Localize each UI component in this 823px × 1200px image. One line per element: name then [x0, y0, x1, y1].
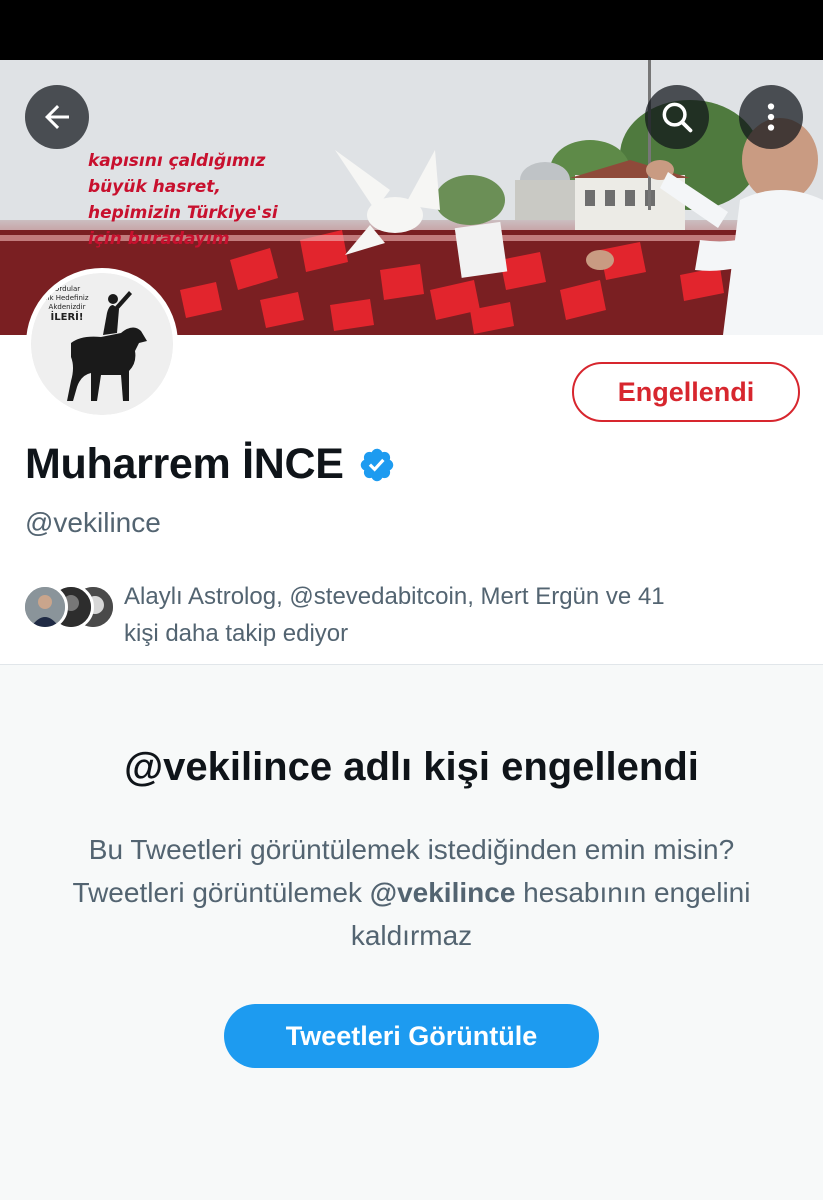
followers-line: Alaylı Astrolog, @stevedabitcoin, Mert E…	[124, 583, 665, 610]
back-button[interactable]	[25, 85, 89, 149]
profile-name-row: Muharrem İNCE	[25, 440, 396, 489]
banner-slogan-line: hepimizin Türkiye'si	[88, 203, 278, 223]
verified-badge-icon[interactable]	[358, 446, 396, 484]
avatar-caption-line: İLERİ!	[50, 312, 84, 323]
search-button[interactable]	[645, 85, 709, 149]
avatar-caption-line: Ordular	[53, 285, 81, 293]
avatar-caption-line: İlk Hedefiniz	[45, 294, 89, 302]
profile-handle: @vekilince	[25, 507, 161, 538]
profile-name: Muharrem İNCE	[25, 440, 344, 488]
follower-avatar	[22, 584, 68, 630]
avatar-caption-line: Akdenizdir	[48, 303, 86, 311]
banner-slogan: kapısını çaldığımız büyük hasret, hepimi…	[88, 148, 328, 252]
avatar-caption: Ordular İlk Hedefiniz Akdenizdir İLERİ!	[39, 285, 95, 324]
banner-slogan-line: için buradayım	[88, 229, 230, 249]
followers-line: kişi daha takip ediyor	[124, 620, 349, 647]
avatar[interactable]: Ordular İlk Hedefiniz Akdenizdir İLERİ!	[26, 268, 178, 420]
follower-avatars	[22, 578, 118, 630]
search-icon	[662, 102, 693, 133]
more-options-button[interactable]	[739, 85, 803, 149]
followers-you-know[interactable]: Alaylı Astrolog, @stevedabitcoin, Mert E…	[22, 578, 804, 652]
status-bar	[0, 0, 823, 60]
followers-you-know-text: Alaylı Astrolog, @stevedabitcoin, Mert E…	[124, 578, 804, 652]
avatar-image: Ordular İlk Hedefiniz Akdenizdir İLERİ!	[31, 273, 173, 415]
blocked-desc-handle[interactable]: @vekilince	[370, 877, 516, 908]
arrow-left-icon	[45, 105, 69, 129]
blocked-notice-title: @vekilince adlı kişi engellendi	[124, 745, 699, 789]
blocked-notice-description: Bu Tweetleri görüntülemek istediğinden e…	[60, 828, 763, 957]
banner-slogan-line: büyük hasret,	[88, 177, 221, 197]
more-vertical-icon	[767, 103, 775, 131]
blocked-button[interactable]: Engellendi	[572, 362, 800, 422]
banner-slogan-line: kapısını çaldığımız	[88, 151, 266, 171]
view-tweets-button[interactable]: Tweetleri Görüntüle	[224, 1004, 599, 1068]
